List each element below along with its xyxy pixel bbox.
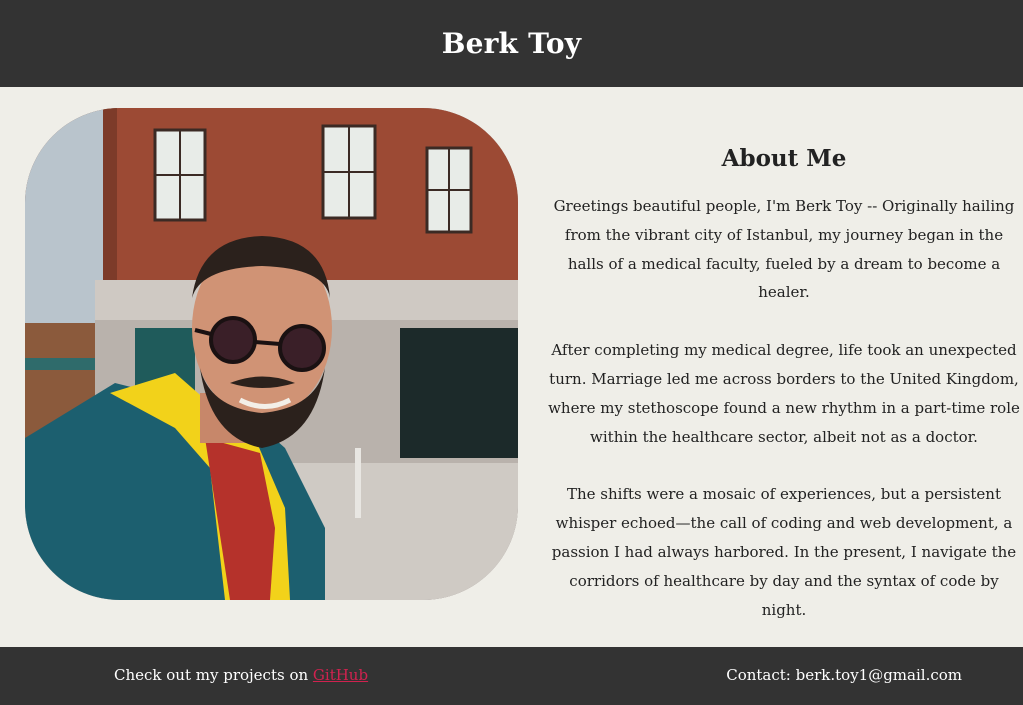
portrait-photo-illustration [25,108,518,600]
about-heading: About Me [721,145,847,172]
site-title: Berk Toy [441,27,582,60]
about-paragraph: The shifts were a mosaic of experiences,… [551,485,1017,619]
projects-prefix: Check out my projects on [114,666,313,684]
projects-note: Check out my projects on GitHub [114,666,368,684]
profile-photo [25,108,518,600]
contact-email: Contact: berk.toy1@gmail.com [726,666,962,684]
about-paragraph: After completing my medical degree, life… [548,341,1020,446]
github-link[interactable]: GitHub [313,666,368,684]
site-header: Berk Toy [0,0,1023,87]
site-footer: Check out my projects on GitHub Contact:… [0,647,1023,705]
about-section: About Me Greetings beautiful people, I'm… [545,145,1023,653]
about-paragraph: Greetings beautiful people, I'm Berk Toy… [553,197,1015,302]
